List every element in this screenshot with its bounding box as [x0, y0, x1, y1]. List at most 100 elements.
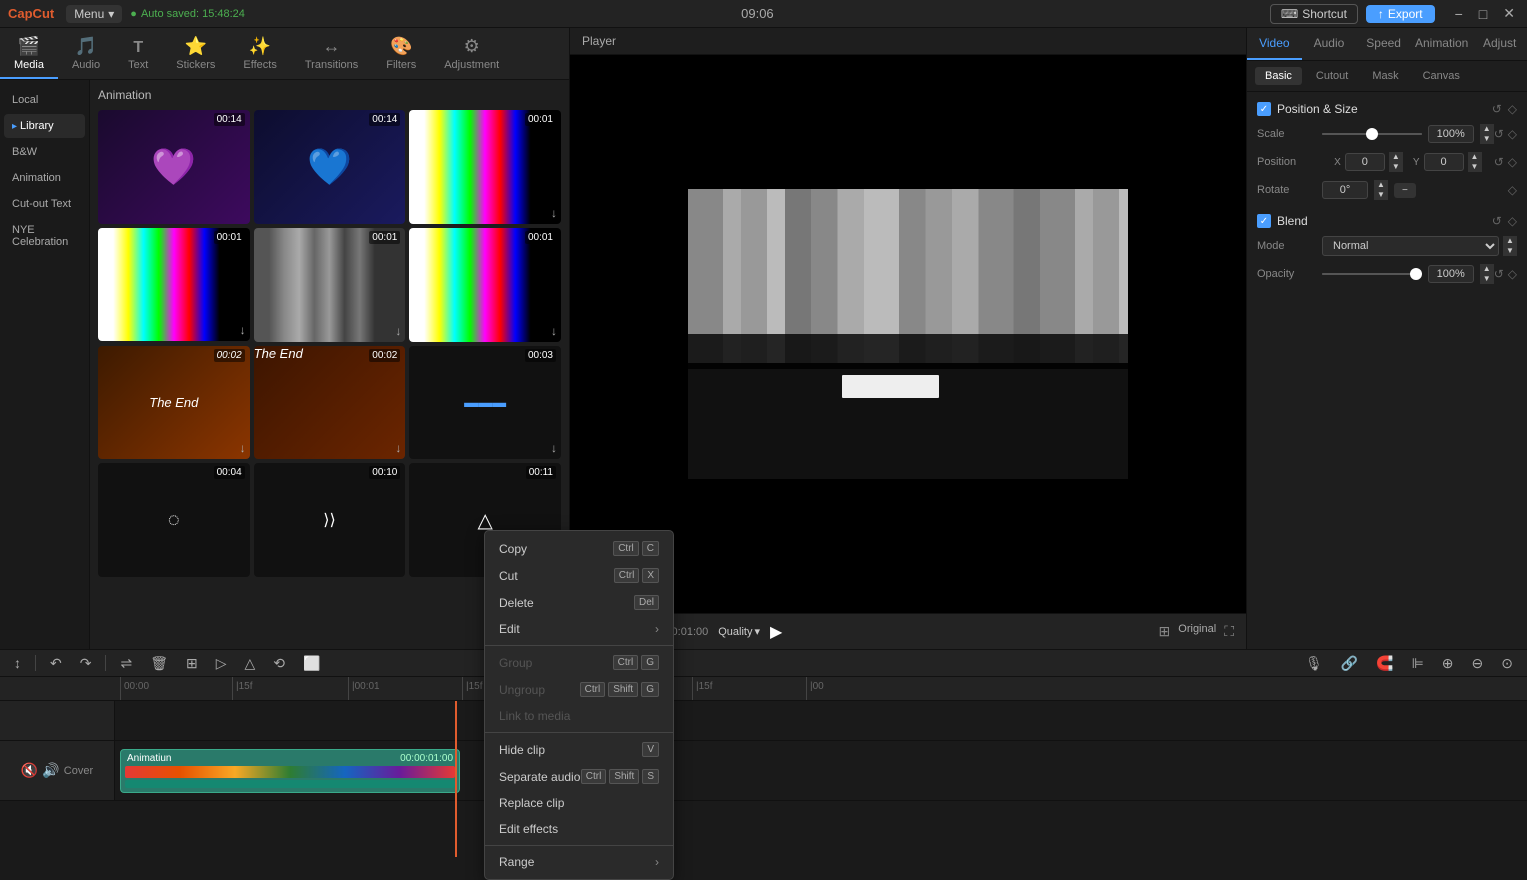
pos-y-down[interactable]: ▼	[1468, 162, 1482, 172]
tab-media[interactable]: 🎬 Media	[0, 30, 58, 79]
context-replace-clip[interactable]: Replace clip	[485, 790, 673, 816]
tab-effects[interactable]: ✨ Effects	[229, 30, 290, 79]
rotate-down-btn[interactable]: ▼	[1374, 190, 1388, 200]
download-icon[interactable]: ↓	[240, 323, 246, 337]
grid-item[interactable]: 00:01 ↓	[409, 228, 561, 342]
track-audio-icon[interactable]: 🔊	[42, 762, 59, 779]
pos-x-down[interactable]: ▼	[1389, 162, 1403, 172]
tab-animation[interactable]: Animation	[1411, 28, 1472, 60]
video-clip[interactable]: Animatiun 00:00:01:00	[120, 749, 460, 793]
download-icon[interactable]: ↓	[551, 441, 557, 455]
context-separate-audio[interactable]: Separate audio Ctrl Shift S	[485, 763, 673, 790]
download-icon[interactable]: ↓	[551, 206, 557, 220]
download-icon[interactable]: ↓	[240, 441, 246, 455]
playhead[interactable]	[455, 701, 457, 857]
grid-item[interactable]: 00:14 💙	[254, 110, 406, 224]
play-range-btn[interactable]: ▷	[210, 653, 233, 674]
tab-text[interactable]: T Text	[114, 33, 162, 79]
sidebar-item-library[interactable]: ▸Library	[4, 114, 85, 138]
tab-transitions[interactable]: ↔ Transitions	[291, 30, 372, 79]
position-size-checkbox[interactable]: ✓	[1257, 102, 1271, 116]
rotate-up-btn[interactable]: ▲	[1374, 180, 1388, 190]
keyframe-scale-icon[interactable]: ◇	[1508, 127, 1517, 141]
scale-slider[interactable]	[1322, 133, 1422, 135]
fit-btn[interactable]: ⊙	[1495, 653, 1519, 674]
keyframe-blend-icon[interactable]: ◇	[1508, 214, 1517, 228]
opacity-down-btn[interactable]: ▼	[1480, 274, 1494, 284]
menu-button[interactable]: Menu ▾	[66, 5, 122, 23]
blend-checkbox[interactable]: ✓	[1257, 214, 1271, 228]
reset-position-icon[interactable]: ↺	[1492, 102, 1502, 116]
position-y-stepper[interactable]: ▲ ▼	[1468, 152, 1482, 172]
grid-item[interactable]: 00:01 ↓	[98, 228, 250, 342]
fullscreen-icon[interactable]: ⛶	[1224, 623, 1234, 640]
position-x-stepper[interactable]: ▲ ▼	[1389, 152, 1403, 172]
grid-item[interactable]: 00:14 💜	[98, 110, 250, 224]
link-btn[interactable]: 🔗	[1335, 653, 1364, 674]
scale-down-btn[interactable]: ▼	[1480, 134, 1494, 144]
context-edit[interactable]: Edit ›	[485, 616, 673, 642]
sidebar-item-nye[interactable]: NYE Celebration	[4, 218, 85, 254]
context-edit-effects[interactable]: Edit effects	[485, 816, 673, 842]
context-delete[interactable]: Delete Del	[485, 589, 673, 616]
opacity-slider[interactable]	[1322, 273, 1422, 275]
blend-mode-select[interactable]: Normal Multiply Screen Overlay	[1322, 236, 1499, 256]
keyframe-position-icon2[interactable]: ◇	[1508, 155, 1517, 169]
tab-adjustment[interactable]: ⚙ Adjustment	[430, 30, 513, 79]
reset-opacity-icon[interactable]: ↺	[1494, 267, 1504, 281]
undo-btn[interactable]: ↶	[44, 653, 68, 674]
select-tool-btn[interactable]: ↕	[8, 653, 27, 673]
tab-stickers[interactable]: ⭐ Stickers	[162, 30, 229, 79]
grid-item[interactable]: 00:03 ▬▬▬ ↓	[409, 346, 561, 460]
align-btn[interactable]: ⊫	[1406, 653, 1430, 674]
maximize-button[interactable]: □	[1475, 5, 1491, 22]
compound-btn[interactable]: ⊞	[180, 653, 204, 674]
scale-stepper[interactable]: ▲ ▼	[1480, 124, 1494, 144]
grid-item[interactable]: 00:02 The End ↓	[98, 346, 250, 460]
context-copy[interactable]: Copy Ctrl C	[485, 535, 673, 562]
scale-value-input[interactable]	[1428, 125, 1474, 143]
grid-item[interactable]: 00:10 ⟩⟩	[254, 463, 406, 577]
pos-y-up[interactable]: ▲	[1468, 152, 1482, 162]
grid-btn[interactable]: ⬜	[297, 653, 326, 674]
aspect-ratio-icon[interactable]: ⊞	[1159, 623, 1171, 640]
opacity-value-input[interactable]	[1428, 265, 1474, 283]
context-hide-clip[interactable]: Hide clip V	[485, 736, 673, 763]
blend-mode-down[interactable]: ▼	[1503, 246, 1517, 256]
blend-mode-up[interactable]: ▲	[1503, 236, 1517, 246]
track-mute-icon[interactable]: 🔇	[21, 762, 38, 779]
magnet-btn[interactable]: 🧲	[1370, 653, 1399, 674]
redo-btn[interactable]: ↷	[74, 653, 98, 674]
tab-audio[interactable]: 🎵 Audio	[58, 30, 114, 79]
keyframe-btn[interactable]: △	[239, 653, 262, 674]
rotate-value-input[interactable]	[1322, 181, 1368, 199]
snap-btn[interactable]: ⟲	[267, 653, 291, 674]
subtab-basic[interactable]: Basic	[1255, 67, 1302, 85]
keyframe-opacity-icon[interactable]: ◇	[1508, 267, 1517, 281]
mic-btn[interactable]: 🎙	[1299, 653, 1329, 674]
position-x-input[interactable]	[1345, 153, 1385, 171]
blend-mode-stepper[interactable]: ▲ ▼	[1503, 236, 1517, 256]
download-icon[interactable]: ↓	[395, 441, 401, 455]
quality-button[interactable]: Quality ▾	[718, 625, 760, 638]
tab-speed[interactable]: Speed	[1356, 28, 1411, 60]
keyframe-position-icon[interactable]: ◇	[1508, 102, 1517, 116]
sidebar-item-cutout-text[interactable]: Cut-out Text	[4, 192, 85, 216]
reset-position-icon2[interactable]: ↺	[1494, 155, 1504, 169]
grid-item[interactable]: 00:02 The End ↓	[254, 346, 406, 460]
grid-item[interactable]: 00:01 ↓	[254, 228, 406, 342]
rotate-stepper[interactable]: ▲ ▼	[1374, 180, 1388, 200]
original-label[interactable]: Original	[1178, 623, 1216, 640]
export-button[interactable]: ↑ Export	[1366, 5, 1435, 23]
opacity-stepper[interactable]: ▲ ▼	[1480, 264, 1494, 284]
minimize-button[interactable]: −	[1451, 5, 1467, 22]
scale-up-btn[interactable]: ▲	[1480, 124, 1494, 134]
subtab-canvas[interactable]: Canvas	[1413, 67, 1470, 85]
close-button[interactable]: ✕	[1499, 5, 1519, 22]
zoom-in-btn[interactable]: ⊕	[1436, 653, 1460, 674]
delete-btn[interactable]: 🗑	[144, 653, 174, 674]
grid-item[interactable]: 00:04 ◌	[98, 463, 250, 577]
play-button[interactable]: ▶	[770, 622, 782, 642]
tab-adjust[interactable]: Adjust	[1472, 28, 1527, 60]
shortcut-button[interactable]: ⌨ Shortcut	[1270, 4, 1358, 24]
